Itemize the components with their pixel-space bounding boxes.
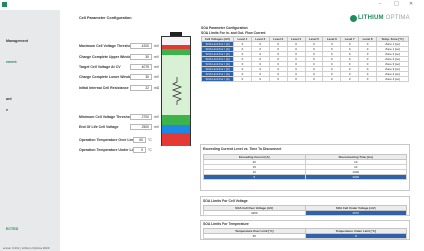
soa-cell[interactable]: 0 xyxy=(250,76,270,82)
eol-cell-voltage-input[interactable]: 2500 xyxy=(130,124,152,130)
cell-config-title: Cell Parameter Configuration xyxy=(79,16,132,20)
close-icon[interactable]: ✕ xyxy=(409,2,413,7)
soa-voltage-title: SOA Limits For Cell Voltage xyxy=(203,199,248,203)
soa-row-label: SOA Limit For I [A] xyxy=(201,71,234,77)
soa-cell[interactable]: 0 xyxy=(286,76,306,82)
max-cell-voltage-label: Maximum Cell Voltage Threshold xyxy=(79,44,134,48)
soa-cell[interactable]: 0 xyxy=(358,76,377,82)
soa-voltage-table: SOA Cell Over Voltage (mV) SOA Cell Unde… xyxy=(203,205,407,216)
sidebar-item-dashboard[interactable]: ard xyxy=(6,97,12,101)
max-cell-voltage-input[interactable]: 4200 xyxy=(130,43,152,49)
charge-lower-window-unit: mV xyxy=(154,75,159,79)
max-cell-voltage-unit: mV xyxy=(154,44,159,48)
version-footer: ersion 0.23c | Lithium Optima 2023 xyxy=(3,246,50,250)
internal-resistance-input[interactable]: 22 xyxy=(130,85,152,91)
soa-table: Cell Voltages (mV) Level 1 Level 2 Level 3L… xyxy=(201,36,409,82)
eol-cell-voltage-label: End Of Life Cell Voltage xyxy=(79,125,119,129)
soa-cell[interactable]: 0 xyxy=(322,76,342,82)
soa-cell[interactable]: 0 xyxy=(304,76,324,82)
temp-under-limit-label: Operation Temperature Under Limit xyxy=(79,148,138,152)
charge-lower-window-label: Charge Complete Lower Window xyxy=(79,75,134,79)
internal-resistance-label: Initial Internal Cell Resistance xyxy=(79,86,129,90)
soa-row-label: SOA Limit For I [A] xyxy=(201,46,234,52)
title-bar: – □ ✕ xyxy=(0,0,424,10)
exceeding-current-cell[interactable]: 5 xyxy=(203,174,306,180)
battery-top-zone xyxy=(162,37,190,45)
soa-row-label: SOA Limit For I [A] xyxy=(201,66,234,72)
temp-under-limit-unit: °C xyxy=(148,148,152,152)
minimize-icon[interactable]: – xyxy=(379,2,382,7)
soa-title: SOA Parameter Configuration xyxy=(201,26,248,30)
soa-cell[interactable]: 0 xyxy=(268,76,288,82)
logo-mark-icon xyxy=(350,15,357,22)
maximize-icon[interactable]: □ xyxy=(394,2,399,7)
battery-lower-band xyxy=(162,115,190,125)
exceeding-row[interactable]: 5 3000 xyxy=(203,174,407,180)
min-cell-voltage-label: Minimum Cell Voltage Threshold xyxy=(79,115,133,119)
charge-upper-window-input[interactable]: 30 xyxy=(130,54,152,60)
soa-subtitle: SOA Limits For In- and Out- Flow Current xyxy=(201,31,266,35)
temp-under-limit-input[interactable]: 0 xyxy=(133,147,146,153)
soa-temp-zone-cell[interactable]: Zone 4 [oo] xyxy=(376,76,409,82)
connection-status: ECTED xyxy=(6,227,19,231)
temp-over-limit-label: Operation Temperature Over Limit xyxy=(79,138,136,142)
soa-temp-title: SOA Limits For Temperature xyxy=(203,222,249,226)
soa-row-label: SOA Limit For I [A] xyxy=(201,56,234,62)
charge-upper-window-unit: mV xyxy=(154,55,159,59)
temp-over-limit-unit: °C xyxy=(148,138,152,142)
sidebar-item-cell-parameter[interactable]: ement xyxy=(6,60,17,64)
temp-over-limit-input[interactable]: 60 xyxy=(133,137,146,143)
sidebar-item-management[interactable]: Management xyxy=(6,39,28,43)
soa-cell[interactable]: 0 xyxy=(233,76,252,82)
battery-eol-band xyxy=(162,133,190,146)
eol-cell-voltage-unit: mV xyxy=(154,125,159,129)
sidebar-item-e[interactable]: e xyxy=(6,108,8,112)
target-cell-voltage-unit: mV xyxy=(154,65,159,69)
temp-under-value[interactable]: -5 xyxy=(304,233,407,239)
battery-min-band xyxy=(162,125,190,133)
soa-header-0: Cell Voltages (mV) xyxy=(201,36,234,42)
app-icon xyxy=(2,2,7,7)
target-cell-voltage-input[interactable]: 4075 xyxy=(130,64,152,70)
min-cell-voltage-unit: mV xyxy=(154,115,159,119)
temp-over-value[interactable]: 65 xyxy=(203,233,306,239)
soa-temp-table: Temperature Over Limit [°C] Temperature … xyxy=(203,228,407,239)
soa-cell[interactable]: 0 xyxy=(340,76,360,82)
resistor-icon xyxy=(171,77,183,105)
over-voltage-value[interactable]: 4250 xyxy=(203,210,306,216)
charge-lower-window-input[interactable]: 30 xyxy=(130,74,152,80)
exceeding-table: Exceeding Current [A] Disconnecting Time… xyxy=(203,154,407,180)
soa-row-label: SOA Limit For I [A] xyxy=(201,41,234,47)
brand-logo: LITHIUM OPTIMA xyxy=(358,15,410,21)
soa-row-label: SOA Limit For I [A] xyxy=(201,76,234,82)
battery-graphic xyxy=(161,36,191,146)
sidebar: Management ement ard e ECTED ersion 0.23… xyxy=(0,10,60,251)
charge-upper-window-label: Charge Complete Upper Window xyxy=(79,55,134,59)
exceeding-title: Exceeding Current Level vs. Time To Disc… xyxy=(203,147,282,151)
soa-row-label: SOA Limit For I [A] xyxy=(201,51,234,57)
target-cell-voltage-label: Target Cell Voltage At CV xyxy=(79,65,121,69)
soa-row: SOA Limit For I [A] 0 0 0 0 0 0 0 0 Zone 4 [oo] xyxy=(201,76,409,82)
under-voltage-value[interactable]: 2670 xyxy=(304,210,407,216)
exceeding-time-cell[interactable]: 3000 xyxy=(304,174,407,180)
soa-row-label: SOA Limit For I [A] xyxy=(201,61,234,67)
internal-resistance-unit: mΩ xyxy=(154,86,160,90)
min-cell-voltage-input[interactable]: 2700 xyxy=(130,114,152,120)
